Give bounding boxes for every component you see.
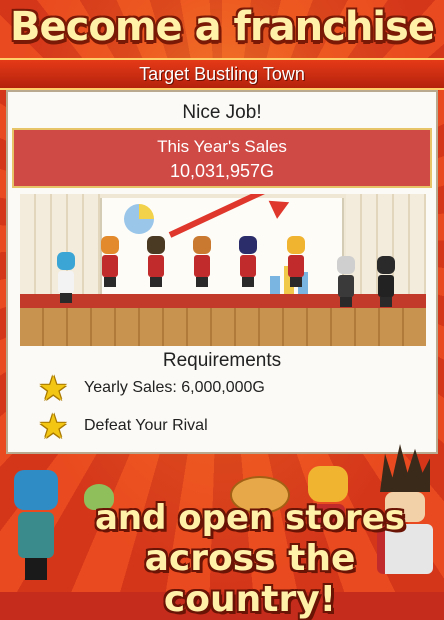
manager-character: [56, 252, 76, 303]
staff-character-2: [146, 236, 166, 287]
staff-character-4: [238, 236, 258, 287]
headline: Become a franchise: [10, 4, 435, 50]
wooden-floor: [20, 308, 426, 346]
sales-value: 10,031,957G: [169, 161, 275, 181]
star-icon: ★: [38, 369, 69, 409]
promo-line-2: across the country!: [144, 538, 356, 620]
rival-character: [376, 256, 396, 307]
staff-character-3: [192, 236, 212, 287]
requirements-title: Requirements: [162, 350, 282, 371]
manager-girl-character: [6, 470, 66, 588]
bar-decoration-1: [270, 276, 280, 294]
requirement-item: ★ Yearly Sales: 6,000,000G: [38, 372, 418, 406]
sales-box: This Year's Sales 10,031,957G: [12, 128, 432, 188]
store-scene-image: [20, 194, 426, 346]
star-icon: ★: [38, 407, 69, 447]
requirement-text: Yearly Sales: 6,000,000G: [84, 379, 265, 396]
staff-character-5: [286, 236, 306, 287]
requirement-item: ★ Defeat Your Rival: [38, 410, 418, 444]
result-panel: Nice Job! This Year's Sales 10,031,957G: [6, 90, 438, 454]
stage: [20, 294, 426, 308]
panel-title: Nice Job!: [182, 102, 262, 123]
requirement-text: Defeat Your Rival: [84, 417, 208, 434]
staff-character-1: [100, 236, 120, 287]
promo-line-1: and open stores: [94, 498, 406, 538]
subtitle-banner: Target Bustling Town: [0, 58, 444, 90]
elder-character: [336, 256, 356, 307]
sales-label: This Year's Sales: [157, 137, 287, 156]
pie-chart-decoration: [124, 204, 154, 234]
